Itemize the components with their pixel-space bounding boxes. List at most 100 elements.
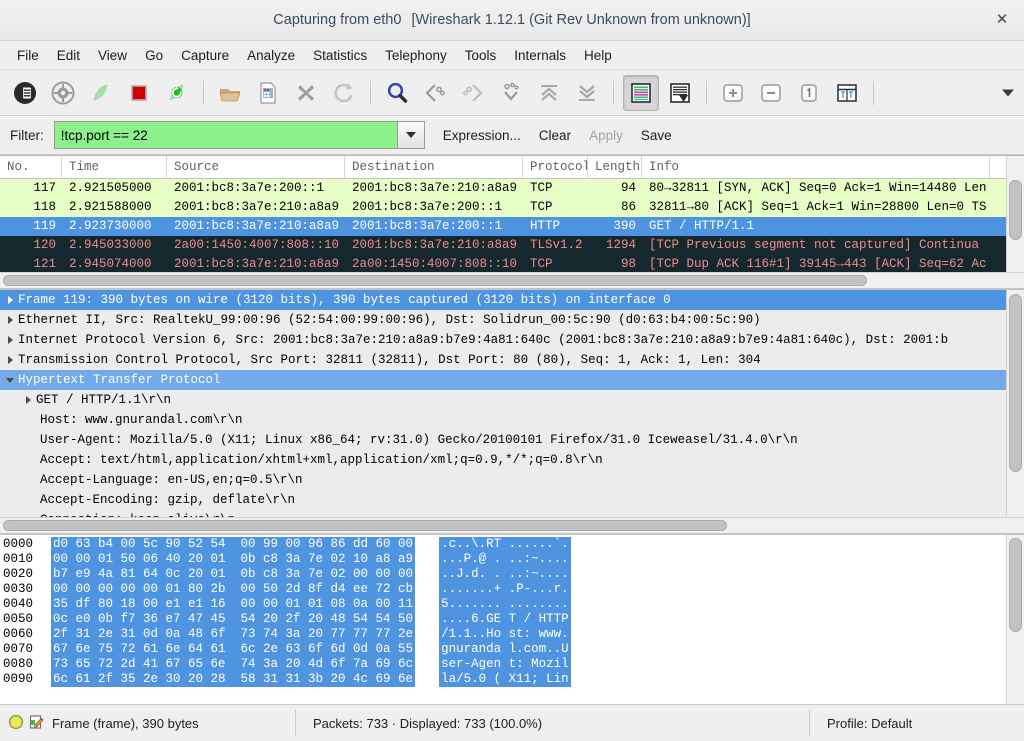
packet-row-selected[interactable]: 119 2.923730000 2001:bc8:3a7e:210:a8a9 2… <box>0 217 1006 236</box>
detail-row-ethernet[interactable]: Ethernet II, Src: RealtekU_99:00:96 (52:… <box>0 310 1006 330</box>
packet-source: 2a00:1450:4007:808::10 <box>167 236 345 255</box>
find-packet-icon[interactable] <box>380 76 414 110</box>
start-capture-icon[interactable] <box>84 76 118 110</box>
close-file-icon[interactable] <box>289 76 323 110</box>
packet-row[interactable]: 117 2.921505000 2001:bc8:3a7e:200::1 200… <box>0 179 1006 198</box>
packet-list-pane: No. Time Source Destination Protocol Len… <box>0 155 1024 288</box>
close-icon[interactable]: ✕ <box>994 12 1010 28</box>
detail-row-accept-encoding-header[interactable]: Accept-Encoding: gzip, deflate\r\n <box>0 490 1006 510</box>
chevron-right-icon[interactable] <box>4 310 18 330</box>
resize-columns-icon[interactable] <box>830 76 864 110</box>
auto-scroll-icon[interactable] <box>663 76 697 110</box>
display-filter-input[interactable] <box>55 122 397 148</box>
zoom-normal-icon[interactable] <box>792 76 826 110</box>
menu-item-telephony[interactable]: Telephony <box>376 45 456 66</box>
detail-row-http[interactable]: Hypertext Transfer Protocol <box>0 370 1006 390</box>
scrollbar-thumb[interactable] <box>1009 538 1022 632</box>
detail-row-connection-header[interactable]: Connection: keep-alive\r\n <box>0 510 1006 517</box>
menu-item-tools[interactable]: Tools <box>456 45 506 66</box>
menu-item-edit[interactable]: Edit <box>48 45 89 66</box>
chevron-down-icon[interactable] <box>4 370 18 390</box>
column-header-source[interactable]: Source <box>167 156 345 178</box>
detail-row-accept-language-header[interactable]: Accept-Language: en-US,en;q=0.5\r\n <box>0 470 1006 490</box>
scrollbar-thumb[interactable] <box>3 520 727 531</box>
packet-detail-vertical-scrollbar[interactable] <box>1006 290 1024 517</box>
filter-input-wrapper <box>54 121 425 149</box>
packet-bytes-vertical-scrollbar[interactable] <box>1006 535 1024 704</box>
reload-icon[interactable] <box>327 76 361 110</box>
colorize-icon[interactable] <box>623 75 659 111</box>
filter-apply-button[interactable]: Apply <box>589 128 623 143</box>
detail-row-accept-header[interactable]: Accept: text/html,application/xhtml+xml,… <box>0 450 1006 470</box>
expert-info-circle-icon[interactable] <box>8 714 24 733</box>
menu-item-analyze[interactable]: Analyze <box>238 45 304 66</box>
column-header-length[interactable]: Length <box>588 156 642 178</box>
detail-row-user-agent-header[interactable]: User-Agent: Mozilla/5.0 (X11; Linux x86_… <box>0 430 1006 450</box>
menu-item-capture[interactable]: Capture <box>172 45 238 66</box>
column-header-time[interactable]: Time <box>62 156 167 178</box>
packet-protocol: TCP <box>523 198 588 217</box>
packet-detail-horizontal-scrollbar[interactable] <box>0 517 1024 533</box>
column-header-no[interactable]: No. <box>0 156 62 178</box>
go-back-icon[interactable] <box>418 76 452 110</box>
detail-row-tcp[interactable]: Transmission Control Protocol, Src Port:… <box>0 350 1006 370</box>
chevron-right-icon[interactable] <box>4 350 18 370</box>
hex-gap <box>415 582 439 597</box>
go-to-first-packet-icon[interactable] <box>532 76 566 110</box>
hex-offset: 0050 <box>3 612 51 627</box>
capture-options-icon[interactable] <box>46 76 80 110</box>
capture-comment-icon[interactable] <box>28 714 44 733</box>
column-header-destination[interactable]: Destination <box>345 156 523 178</box>
packet-row[interactable]: 121 2.945074000 2001:bc8:3a7e:210:a8a9 2… <box>0 255 1006 272</box>
filter-history-dropdown[interactable] <box>397 122 424 148</box>
go-forward-icon[interactable] <box>456 76 490 110</box>
interfaces-icon[interactable] <box>8 76 42 110</box>
column-header-protocol[interactable]: Protocol <box>523 156 588 178</box>
menu-item-file[interactable]: File <box>8 45 48 66</box>
status-profile-segment[interactable]: Profile: Default <box>810 705 912 741</box>
hex-dump[interactable]: 0000 d0 63 b4 00 5c 90 52 54 00 99 00 96… <box>0 535 1006 704</box>
packet-bytes-pane: 0000 d0 63 b4 00 5c 90 52 54 00 99 00 96… <box>0 533 1024 704</box>
toolbar-overflow-icon[interactable] <box>1002 89 1014 96</box>
menu-item-help[interactable]: Help <box>575 45 621 66</box>
packet-row[interactable]: 120 2.945033000 2a00:1450:4007:808::10 2… <box>0 236 1006 255</box>
detail-row-request-line[interactable]: GET / HTTP/1.1\r\n <box>0 390 1006 410</box>
packet-time: 2.921505000 <box>62 179 167 198</box>
scrollbar-thumb[interactable] <box>1009 180 1022 240</box>
menu-item-statistics[interactable]: Statistics <box>304 45 376 66</box>
scrollbar-thumb[interactable] <box>3 275 867 286</box>
chevron-right-icon[interactable] <box>22 390 36 410</box>
chevron-right-icon[interactable] <box>4 290 18 310</box>
chevron-right-icon[interactable] <box>4 330 18 350</box>
column-header-info[interactable]: Info <box>642 156 990 178</box>
filter-clear-button[interactable]: Clear <box>539 128 571 143</box>
hex-bytes: 00 00 00 00 00 01 80 2b 00 50 2d 8f d4 e… <box>51 582 415 597</box>
packet-detail-pane: Frame 119: 390 bytes on wire (3120 bits)… <box>0 288 1024 533</box>
go-to-packet-icon[interactable] <box>494 76 528 110</box>
detail-row-frame[interactable]: Frame 119: 390 bytes on wire (3120 bits)… <box>0 290 1006 310</box>
hex-bytes: 6c 61 2f 35 2e 30 20 28 58 31 31 3b 20 4… <box>51 672 415 687</box>
stop-capture-icon[interactable] <box>122 76 156 110</box>
zoom-out-icon[interactable] <box>754 76 788 110</box>
hex-offset: 0040 <box>3 597 51 612</box>
go-to-last-packet-icon[interactable] <box>570 76 604 110</box>
zoom-in-icon[interactable] <box>716 76 750 110</box>
packet-row[interactable]: 118 2.921588000 2001:bc8:3a7e:210:a8a9 2… <box>0 198 1006 217</box>
restart-capture-icon[interactable] <box>160 76 194 110</box>
detail-row-ipv6[interactable]: Internet Protocol Version 6, Src: 2001:b… <box>0 330 1006 350</box>
packet-length: 390 <box>588 217 642 236</box>
packet-list-vertical-scrollbar[interactable] <box>1006 156 1024 272</box>
packet-list-horizontal-scrollbar[interactable] <box>0 272 1024 288</box>
packet-protocol: TCP <box>523 179 588 198</box>
packet-time: 2.945033000 <box>62 236 167 255</box>
menu-item-go[interactable]: Go <box>136 45 172 66</box>
save-file-icon[interactable] <box>251 76 285 110</box>
detail-row-host-header[interactable]: Host: www.gnurandal.com\r\n <box>0 410 1006 430</box>
menu-item-internals[interactable]: Internals <box>505 45 575 66</box>
open-file-icon[interactable] <box>213 76 247 110</box>
filter-expression-button[interactable]: Expression... <box>443 128 521 143</box>
filter-save-button[interactable]: Save <box>641 128 672 143</box>
packet-detail-body: Frame 119: 390 bytes on wire (3120 bits)… <box>0 290 1024 517</box>
menu-item-view[interactable]: View <box>89 45 136 66</box>
scrollbar-thumb[interactable] <box>1009 294 1022 472</box>
